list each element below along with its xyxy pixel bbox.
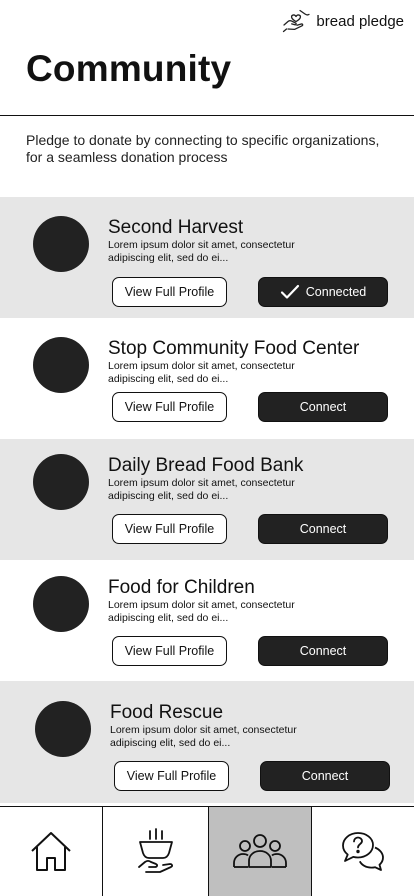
button-label: View Full Profile (124, 644, 215, 658)
button-label: Connected (305, 285, 367, 299)
view-full-profile-button[interactable]: View Full Profile (112, 277, 227, 307)
org-name: Daily Bread Food Bank (108, 455, 304, 476)
view-full-profile-button[interactable]: View Full Profile (112, 392, 227, 422)
org-card-daily-bread: Daily Bread Food Bank Lorem ipsum dolor … (0, 439, 414, 560)
org-avatar (35, 701, 91, 757)
view-full-profile-button[interactable]: View Full Profile (114, 761, 229, 791)
connect-button[interactable]: Connect (258, 636, 388, 666)
page-intro: Pledge to donate by connecting to specif… (26, 132, 380, 165)
connect-button[interactable]: Connect (258, 514, 388, 544)
view-full-profile-button[interactable]: View Full Profile (112, 636, 227, 666)
button-label: View Full Profile (124, 522, 215, 536)
org-card-stop-community: Stop Community Food Center Lorem ipsum d… (0, 318, 414, 439)
org-card-food-for-children: Food for Children Lorem ipsum dolor sit … (0, 560, 414, 681)
org-avatar (33, 576, 89, 632)
view-full-profile-button[interactable]: View Full Profile (112, 514, 227, 544)
org-card-second-harvest: Second Harvest Lorem ipsum dolor sit ame… (0, 197, 414, 318)
org-card-food-rescue: Food Rescue Lorem ipsum dolor sit amet, … (0, 681, 414, 803)
hands-heart-icon (283, 9, 311, 33)
nav-community[interactable] (208, 807, 311, 896)
brand-name: bread pledge (316, 12, 404, 30)
button-label: View Full Profile (126, 769, 217, 783)
org-description: Lorem ipsum dolor sit amet, consectetur … (108, 239, 295, 264)
org-name: Second Harvest (108, 217, 244, 238)
org-description: Lorem ipsum dolor sit amet, consectetur … (108, 599, 295, 624)
donate-food-icon (137, 828, 173, 873)
connect-button[interactable]: Connect (258, 392, 388, 422)
button-label: Connect (301, 769, 349, 783)
page-title: Community (26, 48, 232, 89)
org-description: Lorem ipsum dolor sit amet, consectetur … (110, 724, 297, 749)
org-name: Food for Children (108, 577, 255, 598)
org-description: Lorem ipsum dolor sit amet, consectetur … (108, 477, 295, 502)
button-label: View Full Profile (124, 400, 215, 414)
button-label: Connect (299, 522, 347, 536)
org-avatar (33, 454, 89, 510)
nav-help[interactable] (311, 807, 414, 896)
help-chat-icon (342, 832, 384, 871)
bottom-nav (0, 806, 414, 896)
community-icon (233, 834, 287, 868)
org-name: Stop Community Food Center (108, 338, 360, 359)
checkmark-icon (280, 284, 299, 299)
button-label: View Full Profile (124, 285, 215, 299)
org-description: Lorem ipsum dolor sit amet, consectetur … (108, 360, 295, 385)
nav-donate[interactable] (102, 807, 208, 896)
nav-home[interactable] (0, 807, 102, 896)
org-name: Food Rescue (110, 702, 224, 723)
connect-button[interactable]: Connect (260, 761, 390, 791)
home-icon (31, 832, 71, 871)
brand-logo: bread pledge (282, 8, 404, 34)
button-label: Connect (299, 400, 347, 414)
org-avatar (33, 216, 89, 272)
header-divider (0, 115, 414, 116)
connected-button[interactable]: Connected (258, 277, 388, 307)
button-label: Connect (299, 644, 347, 658)
org-avatar (33, 337, 89, 393)
